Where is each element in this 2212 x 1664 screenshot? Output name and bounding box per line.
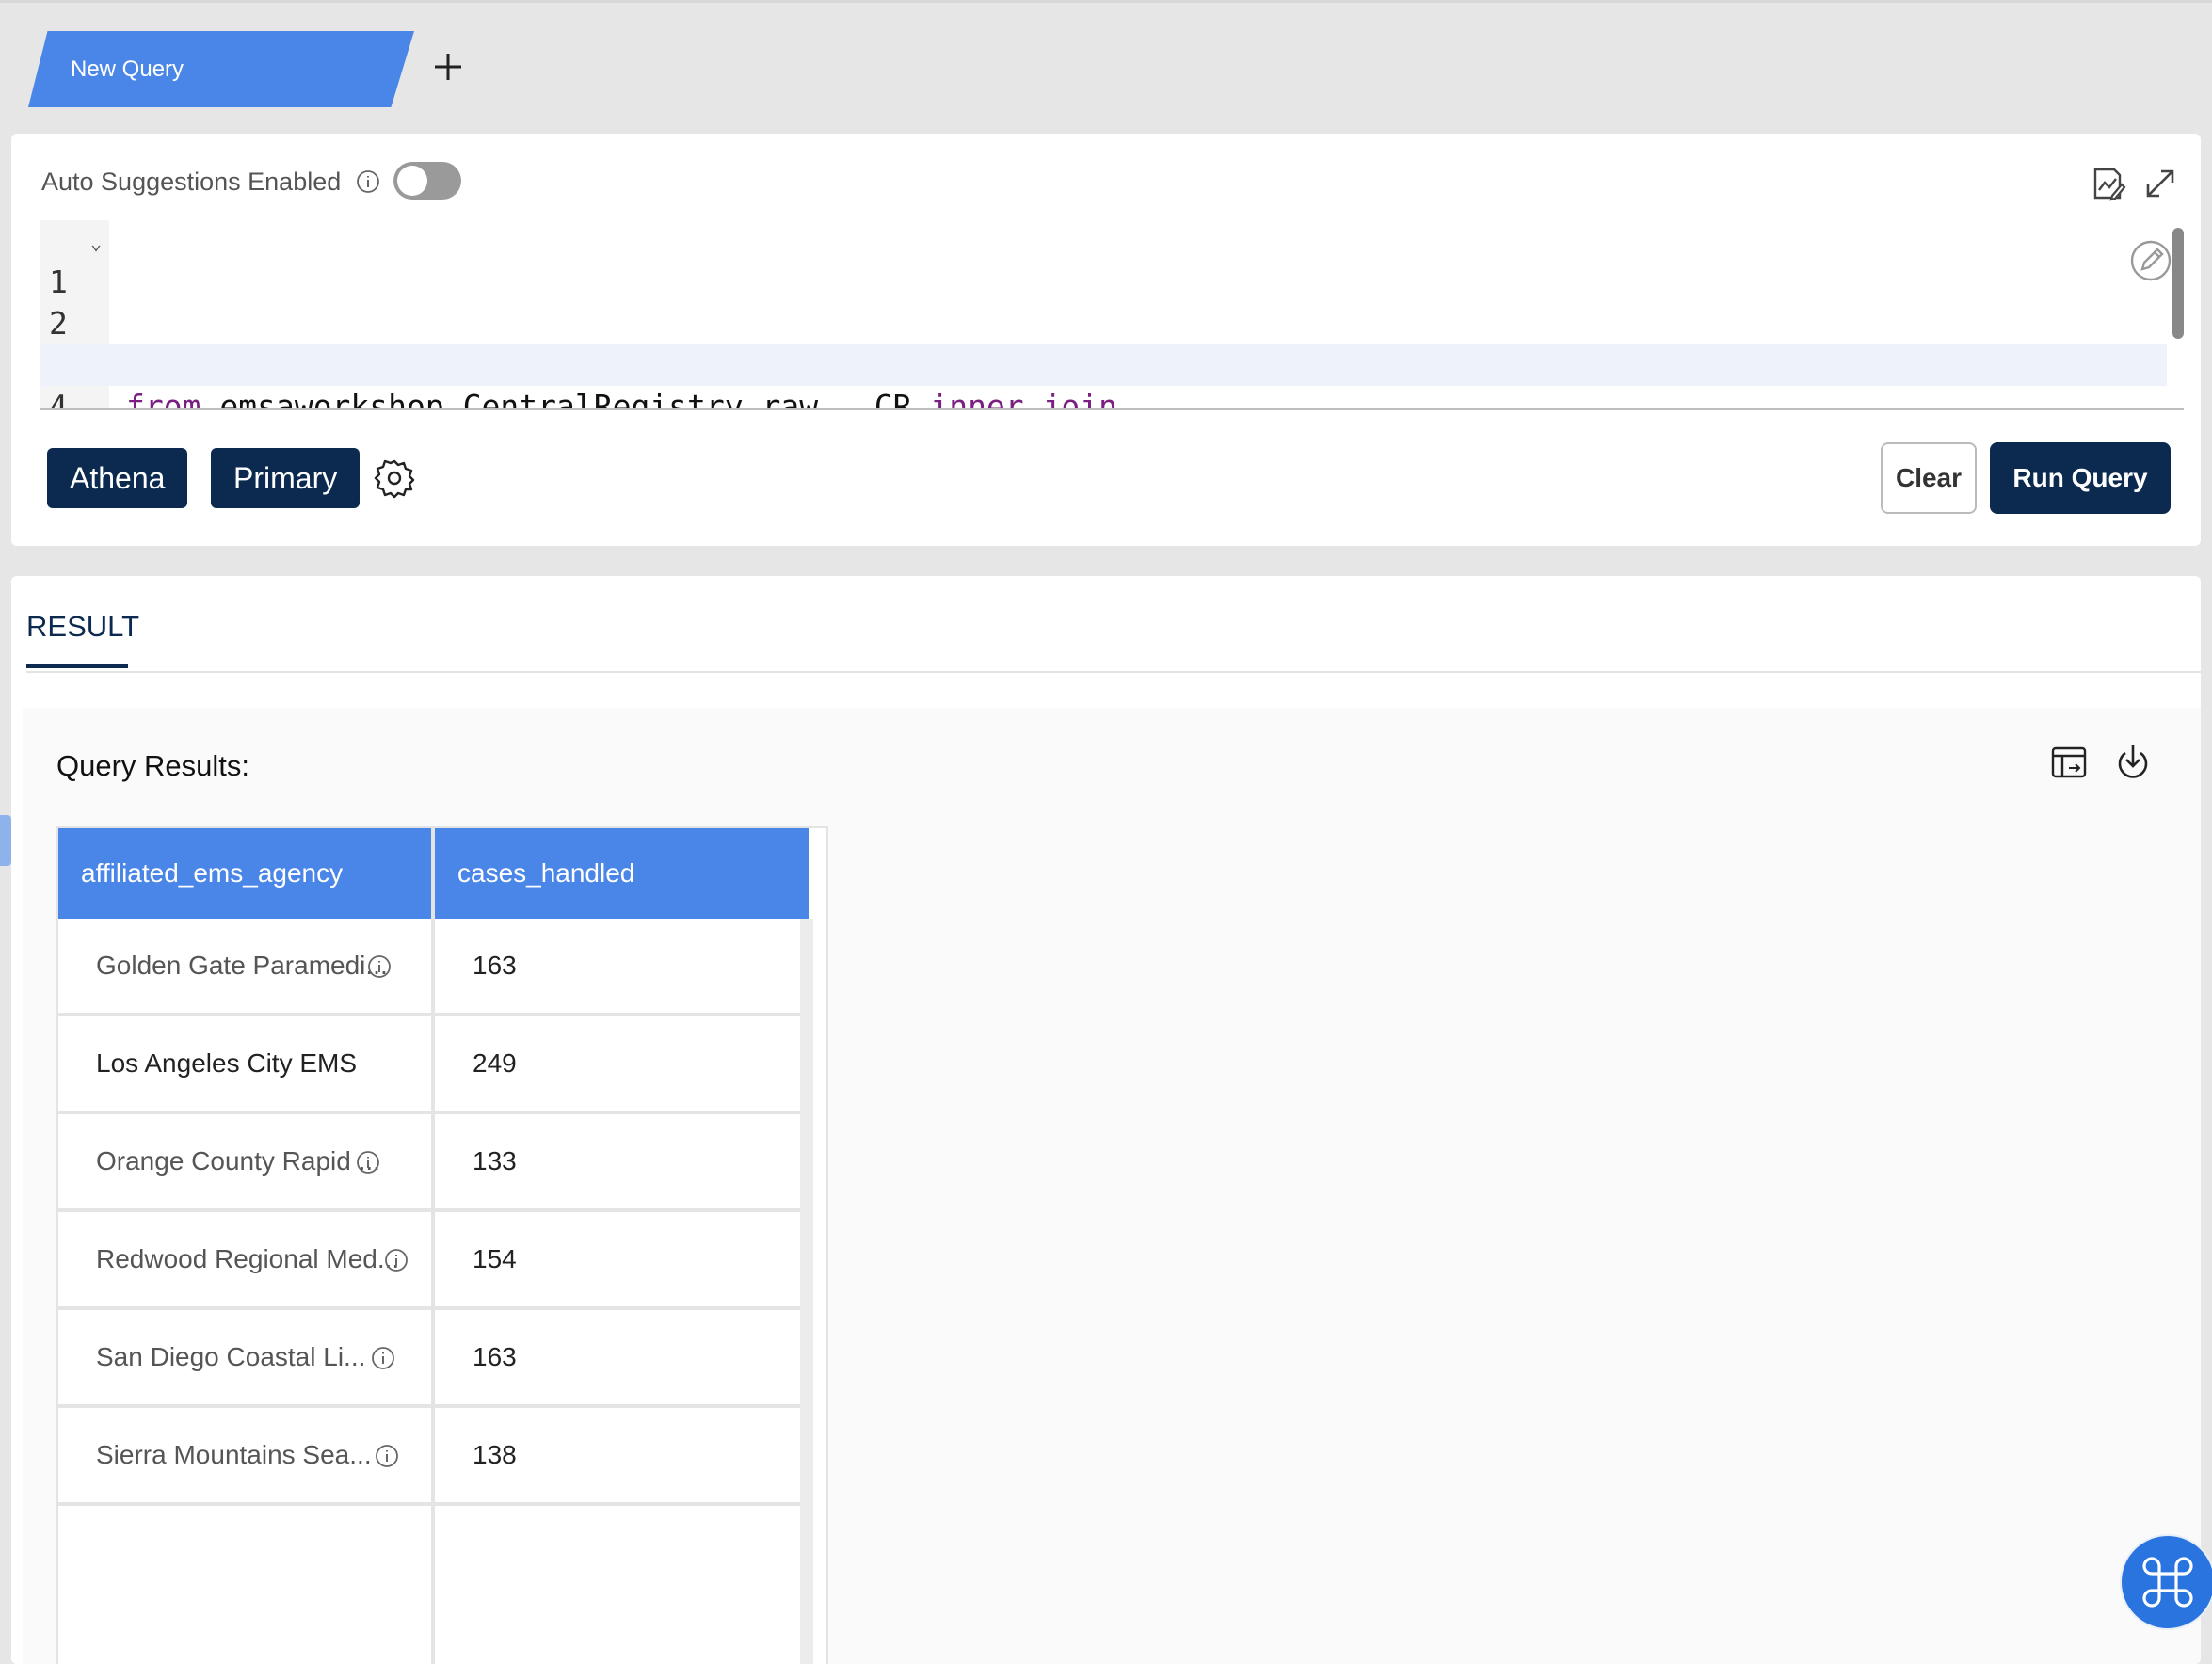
active-tab-indicator: [26, 664, 128, 668]
tab-result[interactable]: RESULT: [26, 610, 139, 644]
cases-cell: 249: [473, 1048, 517, 1078]
run-query-button[interactable]: Run Query: [1990, 442, 2171, 514]
auto-suggestions-toggle[interactable]: [393, 162, 461, 200]
sql-keyword: inner join: [930, 388, 1118, 410]
agency-cell: Golden Gate Paramedi...: [96, 951, 388, 980]
table-row[interactable]: Orange County Rapid ... 133: [58, 1114, 800, 1212]
result-panel: RESULT Query Results: affiliated_ems_age…: [11, 576, 2201, 1664]
info-icon[interactable]: [356, 1150, 380, 1175]
cases-cell: 133: [473, 1146, 517, 1176]
table-row[interactable]: Sierra Mountains Sea... 138: [58, 1408, 800, 1506]
gear-icon[interactable]: [373, 456, 416, 500]
command-palette-button[interactable]: [2120, 1534, 2212, 1630]
query-results-heading: Query Results:: [56, 749, 250, 782]
agency-cell: Redwood Regional Med...: [96, 1244, 400, 1273]
line-number: 4: [49, 388, 68, 410]
query-editor-panel: Auto Suggestions Enabled 1 ⌄ select 2 CR…: [11, 134, 2201, 546]
command-icon: [2142, 1557, 2193, 1608]
fold-chevron-icon[interactable]: ⌄: [90, 222, 102, 264]
side-drawer-handle[interactable]: [0, 815, 11, 866]
clear-button[interactable]: Clear: [1881, 442, 1977, 514]
cases-cell: 163: [473, 951, 517, 980]
edit-pencil-icon[interactable]: [2127, 237, 2174, 284]
code-line[interactable]: 3 from emsaworkshop.CentralRegistry_raw …: [40, 303, 2167, 408]
agency-cell: Sierra Mountains Sea...: [96, 1440, 372, 1469]
chart-edit-icon[interactable]: [2088, 164, 2127, 203]
sql-code-editor[interactable]: 1 ⌄ select 2 CR.affiliated_ems_agency , …: [40, 220, 2184, 410]
info-icon[interactable]: [371, 1346, 395, 1370]
table-row[interactable]: Golden Gate Paramedi... 163: [58, 919, 800, 1016]
info-icon[interactable]: [375, 1444, 399, 1468]
auto-suggestions-label: Auto Suggestions Enabled: [41, 168, 342, 196]
info-icon[interactable]: [367, 954, 392, 979]
agency-cell: San Diego Coastal Li...: [96, 1342, 366, 1371]
code-line[interactable]: 1 ⌄ select: [40, 220, 2167, 383]
query-tab-bar: New Query: [0, 0, 2212, 136]
tab-divider: [26, 671, 2201, 673]
table-settings-icon[interactable]: [2048, 742, 2090, 783]
column-header-agency[interactable]: affiliated_ems_agency: [58, 828, 431, 919]
expand-icon[interactable]: [2140, 164, 2180, 203]
code-text: from emsaworkshop.CentralRegistry_raw CR…: [126, 386, 1118, 410]
info-icon: [357, 170, 379, 193]
table-row[interactable]: Los Angeles City EMS 249: [58, 1016, 800, 1114]
table-row[interactable]: Redwood Regional Med... 154: [58, 1212, 800, 1310]
agency-cell: Los Angeles City EMS: [96, 1048, 358, 1078]
table-row[interactable]: San Diego Coastal Li... 163: [58, 1310, 800, 1408]
info-icon[interactable]: [384, 1248, 409, 1272]
column-header-cases[interactable]: cases_handled: [435, 828, 809, 919]
engine-chip-athena[interactable]: Athena: [47, 448, 188, 508]
code-line-active[interactable]: 4 emsaworkshop.CEMSIS_raw_sandeepj CEMSI…: [40, 344, 2167, 408]
cases-cell: 154: [473, 1244, 517, 1273]
tab-new-query[interactable]: New Query: [28, 31, 414, 107]
sql-text: emsaworkshop.CentralRegistry_raw CR: [200, 388, 931, 410]
cases-cell: 163: [473, 1342, 517, 1371]
workgroup-chip-primary[interactable]: Primary: [211, 448, 361, 508]
agency-cell: Orange County Rapid ...: [96, 1146, 380, 1176]
table-scroll-edge: [800, 919, 813, 1664]
download-icon[interactable]: [2112, 742, 2154, 783]
toggle-knob: [397, 166, 427, 196]
code-line[interactable]: 2 CR.affiliated_ems_agency , count(*) as…: [40, 262, 2167, 383]
results-table: affiliated_ems_agency cases_handled Gold…: [56, 826, 828, 1664]
cases-cell: 138: [473, 1440, 517, 1469]
add-tab-icon[interactable]: [425, 44, 471, 89]
